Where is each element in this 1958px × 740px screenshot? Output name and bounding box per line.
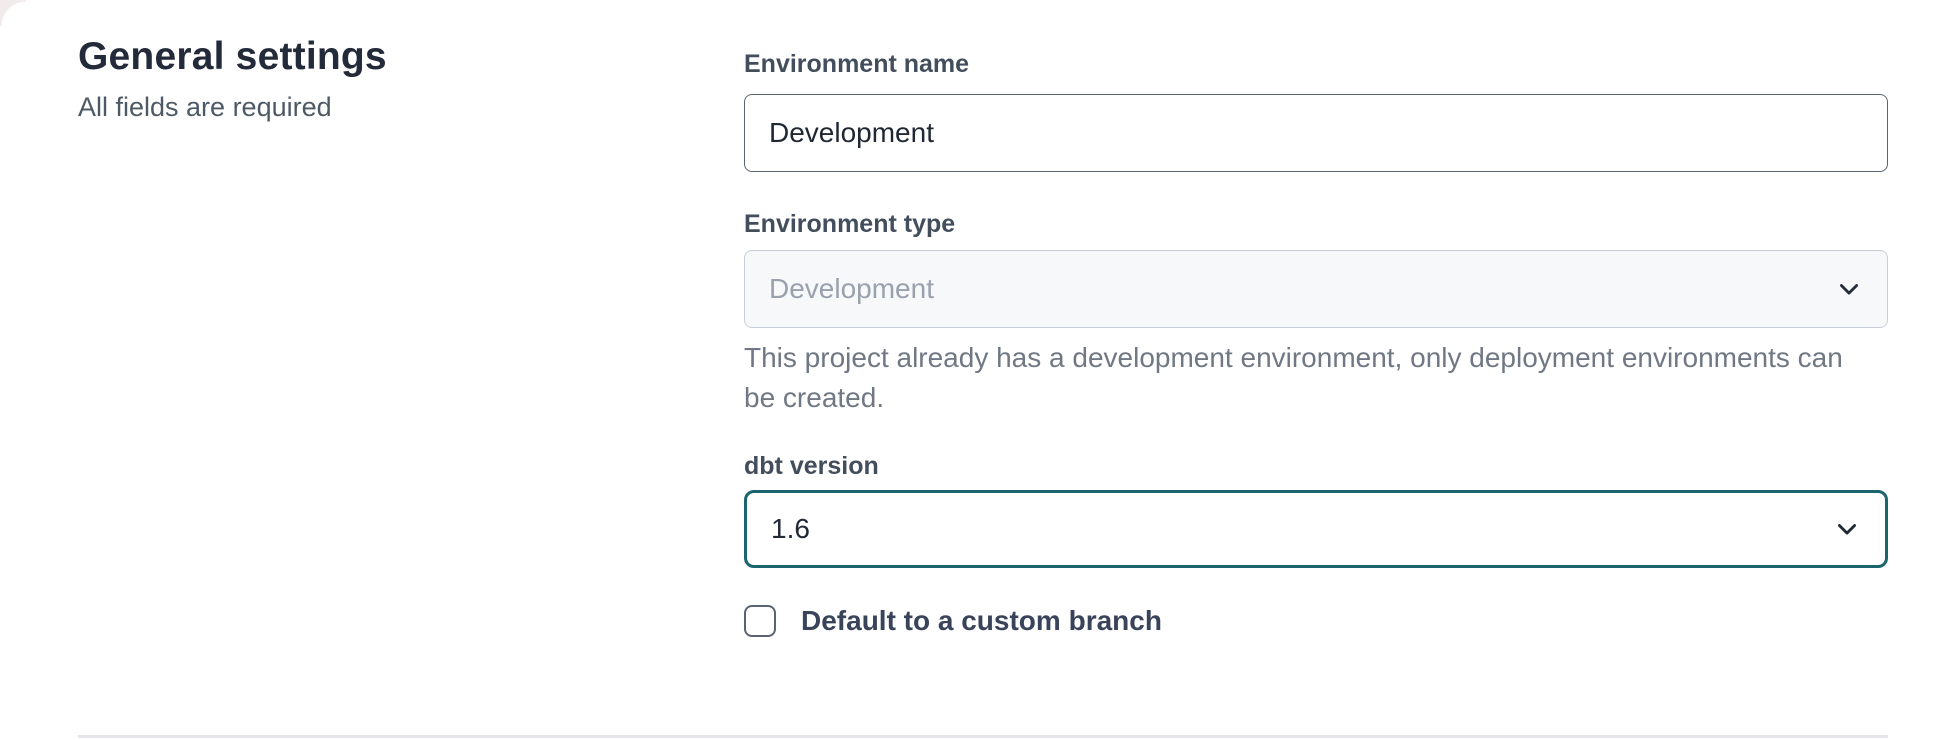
page-title: General settings xyxy=(78,32,744,82)
environment-name-input[interactable] xyxy=(744,94,1888,172)
environment-type-select: Development xyxy=(744,250,1888,328)
environment-type-value: Development xyxy=(769,273,934,305)
chevron-down-icon xyxy=(1833,515,1861,543)
page-subtitle: All fields are required xyxy=(78,90,744,124)
dbt-version-label: dbt version xyxy=(744,450,1888,482)
custom-branch-checkbox[interactable] xyxy=(744,605,776,637)
environment-type-helper-text: This project already has a development e… xyxy=(744,338,1864,418)
custom-branch-checkbox-label: Default to a custom branch xyxy=(801,604,1162,638)
settings-form: Environment name Environment type Develo… xyxy=(744,0,1888,638)
section-divider xyxy=(78,735,1888,738)
section-header: General settings All fields are required xyxy=(78,0,744,124)
environment-name-label: Environment name xyxy=(744,48,1888,80)
general-settings-section: General settings All fields are required… xyxy=(0,0,1958,638)
dbt-version-value: 1.6 xyxy=(771,513,810,545)
custom-branch-checkbox-row[interactable]: Default to a custom branch xyxy=(744,604,1888,638)
chevron-down-icon xyxy=(1835,275,1863,303)
environment-type-label: Environment type xyxy=(744,208,1888,240)
dbt-version-select[interactable]: 1.6 xyxy=(744,490,1888,568)
